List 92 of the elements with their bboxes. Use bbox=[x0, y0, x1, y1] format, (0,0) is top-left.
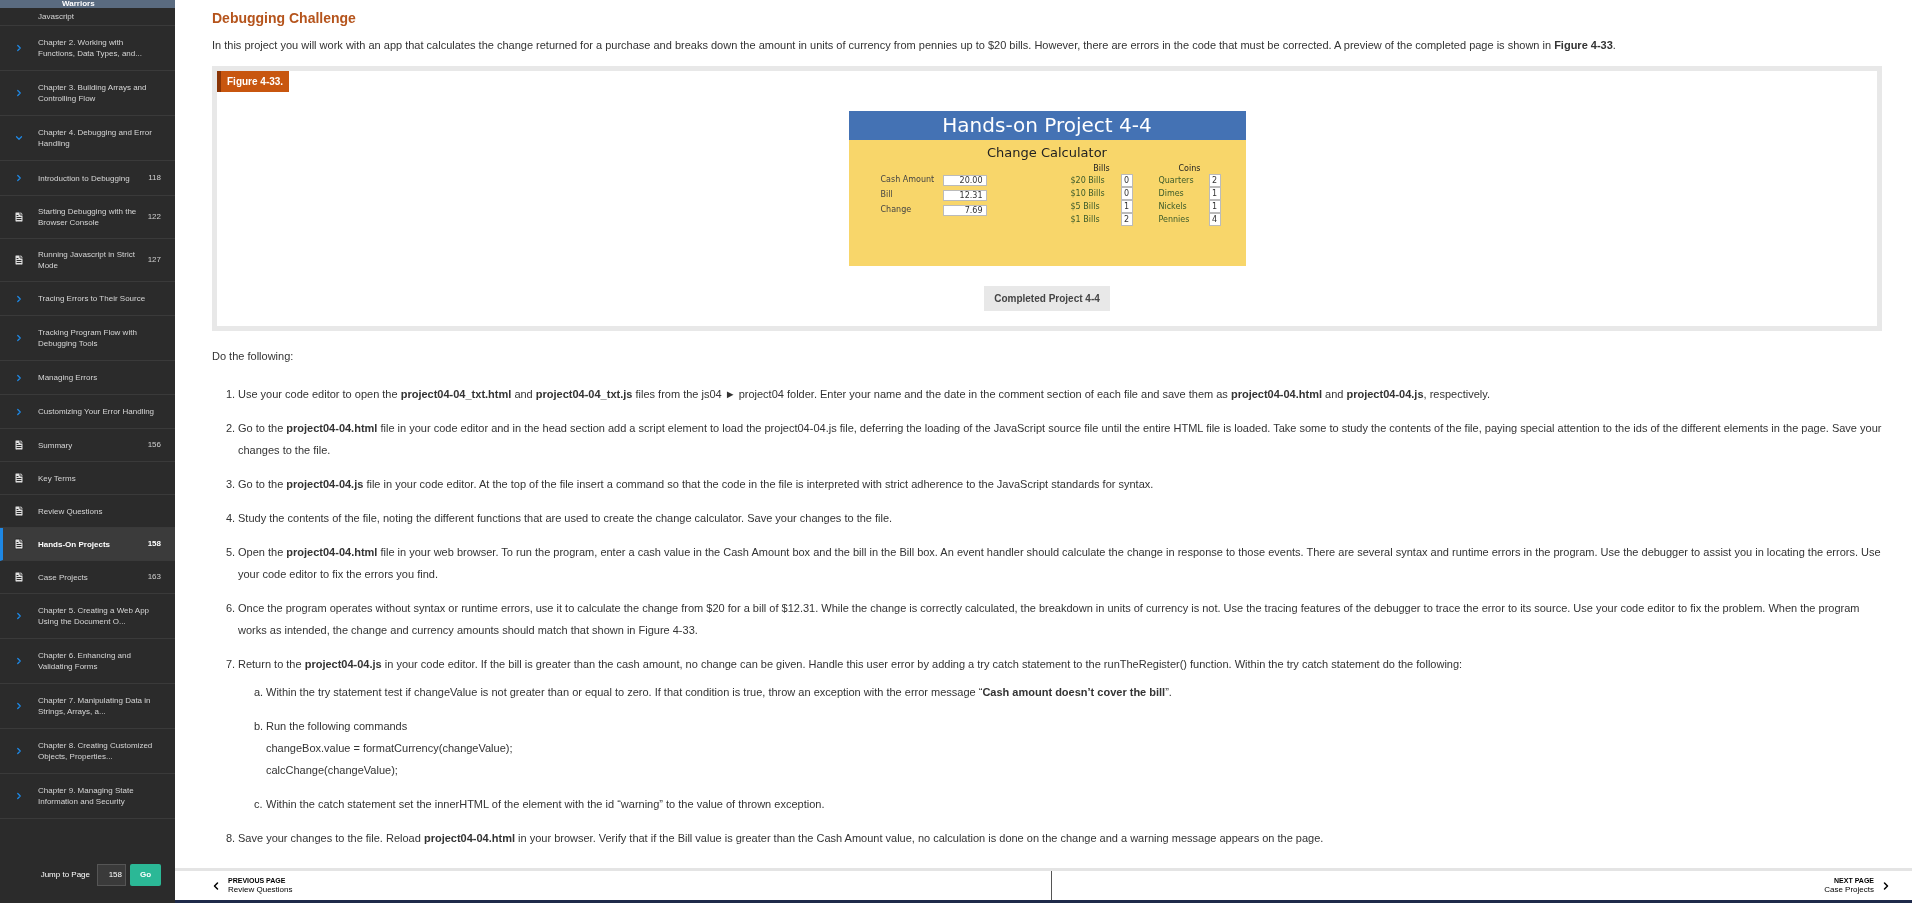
count-field[interactable]: 2 bbox=[1208, 174, 1221, 187]
group-heading: Coins bbox=[1177, 164, 1202, 174]
sidebar-item[interactable]: Managing Errors bbox=[0, 361, 175, 395]
field-label: Cash Amount bbox=[880, 174, 936, 186]
link-title: Case Projects bbox=[1824, 885, 1874, 895]
document-icon bbox=[13, 571, 25, 583]
sidebar-item[interactable]: Running Javascript in Strict Mode 127 bbox=[0, 239, 175, 282]
step-text: Save your changes to the file. Reload project04-04.html in your browser. Verify that if the Bill value is greater than the Cash Amount value, no calculation is done on the change and a warning message appears on the page. bbox=[238, 831, 1324, 846]
step-number: 2. bbox=[226, 421, 237, 436]
sidebar-item[interactable]: Case Projects 163 bbox=[0, 561, 175, 594]
intro-paragraph: In this project you will work with an app that calculates the change returned for a purchase and breaks down the amount in units of currency from pennies up to $20 bills. However, there are errors in the code that must be corrected. A preview of the completed page is shown in Figure 4-33. bbox=[212, 38, 1617, 53]
document-icon bbox=[13, 538, 25, 550]
input-field[interactable]: 7.69 bbox=[942, 204, 987, 216]
row-label: $5 Bills bbox=[1070, 200, 1100, 213]
sidebar-item[interactable]: Tracking Program Flow with Debugging Tools bbox=[0, 316, 175, 361]
row-label: $10 Bills bbox=[1070, 187, 1105, 200]
lead-text: Do the following: bbox=[212, 349, 295, 364]
substep-text: Run the following commands bbox=[266, 719, 408, 734]
jump-label: Jump to Page bbox=[40, 869, 90, 881]
substep-letter: a. bbox=[254, 685, 265, 700]
sidebar-item[interactable]: Chapter 4. Debugging and Error Handling bbox=[0, 116, 175, 161]
sidebar-item[interactable]: Chapter 2. Working with Functions, Data Types, and... bbox=[0, 26, 175, 71]
substep-text: Within the catch statement set the innerHTML of the element with the id “warning” to the value of thrown exception. bbox=[266, 797, 825, 812]
count-field[interactable]: 0 bbox=[1120, 187, 1133, 200]
chevron-right-icon bbox=[14, 293, 24, 304]
step-text: Use your code editor to open the project04-04_txt.html and project04-04_txt.js files from the js04 ► project04 folder. Enter your name and the date in the comment section of each file and save them as project04-04.html and project04-04.js, respectively. bbox=[238, 387, 1490, 402]
row-label: $20 Bills bbox=[1070, 174, 1105, 187]
code-line: changeBox.value = formatCurrency(changeValue); bbox=[265, 741, 514, 756]
sidebar-item[interactable]: Chapter 5. Creating a Web App Using the Document O... bbox=[0, 594, 175, 639]
input-field[interactable]: 12.31 bbox=[942, 189, 987, 201]
sidebar-item[interactable]: Starting Debugging with the Browser Console 122 bbox=[0, 196, 175, 239]
row-label: Dimes bbox=[1158, 187, 1184, 200]
sidebar-item[interactable]: Customizing Your Error Handling bbox=[0, 395, 175, 429]
step-number: 4. bbox=[226, 511, 237, 526]
sidebar-item[interactable]: Key Terms bbox=[0, 462, 175, 495]
link-title: Review Questions bbox=[228, 885, 293, 895]
document-icon bbox=[13, 439, 25, 451]
count-field[interactable]: 4 bbox=[1208, 213, 1221, 226]
input-field[interactable]: 20.00 bbox=[942, 174, 987, 186]
count-field[interactable]: 1 bbox=[1120, 200, 1133, 213]
app-subtitle: Change Calculator bbox=[986, 144, 1108, 162]
row-label: Quarters bbox=[1158, 174, 1194, 187]
document-icon bbox=[13, 254, 25, 266]
page-input[interactable]: 158 bbox=[97, 864, 126, 886]
sidebar-item[interactable]: Summary 156 bbox=[0, 429, 175, 462]
sidebar-item[interactable]: Chapter 9. Managing State Information and Security bbox=[0, 774, 175, 819]
banner-title: Warriors bbox=[62, 0, 95, 8]
sidebar-item[interactable]: Chapter 3. Building Arrays and Controlling Flow bbox=[0, 71, 175, 116]
count-field[interactable]: 1 bbox=[1208, 187, 1221, 200]
document-icon bbox=[13, 211, 25, 223]
sidebar-item[interactable]: Hands-On Projects 158 bbox=[0, 528, 175, 561]
sidebar-item[interactable]: Tracing Errors to Their Source bbox=[0, 282, 175, 316]
sidebar-item[interactable]: Chapter 8. Creating Customized Objects, Properties... bbox=[0, 729, 175, 774]
step-number: 6. bbox=[226, 601, 237, 616]
count-field[interactable]: 0 bbox=[1120, 174, 1133, 187]
code-line: calcChange(changeValue); bbox=[265, 763, 399, 778]
chevron-right-icon bbox=[14, 406, 24, 417]
substep-letter: b. bbox=[254, 719, 265, 734]
step-text: Go to the project04-04.html file in your code editor and in the head section add a script element to load the project04-04.js file, deferring the loading of the JavaScript source file until the entire HTML file is loaded. Take some to study the contents of the file, paying special attention to the ids of the different elements in the page. Save your changes to the file. bbox=[238, 421, 1882, 458]
field-label: Bill bbox=[880, 189, 894, 201]
field-label: Change bbox=[880, 204, 913, 216]
substep-letter: c. bbox=[254, 797, 264, 812]
step-number: 7. bbox=[226, 657, 237, 672]
chevron-right-icon bbox=[14, 372, 24, 383]
step-text: Open the project04-04.html file in your web browser. To run the program, enter a cash value in the Cash Amount box and the bill in the Bill box. An event handler should calculate the change in response to those events. There are several syntax and runtime errors in the program. Use the debugger to assist you in locating the errors. Use your code editor to fix the errors you find. bbox=[238, 545, 1882, 582]
group-heading: Bills bbox=[1092, 164, 1111, 174]
row-label: Pennies bbox=[1158, 213, 1190, 226]
sidebar-item[interactable]: Chapter 7. Manipulating Data in Strings, Arrays, a... bbox=[0, 684, 175, 729]
step-text: Once the program operates without syntax or runtime errors, use it to calculate the change from $20 for a bill of $12.31. While the change is correctly calculated, the breakdown in units of currency is not. Use the tracing features of the debugger to trace the error to its source. Use your code editor to fix the problem. When the program works as intended, the change and currency amounts should match that shown in Figure 4-33. bbox=[238, 601, 1861, 638]
step-text: Go to the project04-04.js file in your code editor. At the top of the file insert a command so that the code in the file is interpreted with strict adherence to the JavaScript standards for syntax. bbox=[238, 477, 1154, 492]
count-field[interactable]: 1 bbox=[1208, 200, 1221, 213]
substep-text: Within the try statement test if changeValue is not greater than or equal to zero. If that condition is true, throw an exception with the error message “Cash amount doesn’t cover the bill”. bbox=[266, 685, 1172, 700]
figure-caption: Completed Project 4-4 bbox=[984, 286, 1110, 311]
step-number: 8. bbox=[226, 831, 237, 846]
app-title: Hands-on Project 4-4 bbox=[848, 111, 1246, 140]
figure-label: Figure 4-33. bbox=[217, 71, 290, 92]
step-text: Return to the project04-04.js in your code editor. If the bill is greater than the cash amount, no change can be given. Handle this user error by adding a try catch statement to the runTheRegister() function. Within the try catch statement do the following: bbox=[238, 657, 1463, 672]
sidebar-item[interactable]: Introduction to Debugging 118 bbox=[0, 161, 175, 196]
step-number: 3. bbox=[226, 477, 237, 492]
step-text: Study the contents of the file, noting the different functions that are used to create the change calculator. Save your changes to the file. bbox=[238, 511, 893, 526]
document-icon bbox=[13, 505, 25, 517]
step-number: 5. bbox=[226, 545, 237, 560]
step-number: 1. bbox=[226, 387, 237, 402]
count-field[interactable]: 2 bbox=[1120, 213, 1133, 226]
chevron-right-icon bbox=[14, 173, 24, 183]
row-label: Nickels bbox=[1158, 200, 1187, 213]
sidebar-item[interactable]: Javascript bbox=[0, 8, 175, 26]
section-title: Debugging Challenge bbox=[212, 9, 357, 28]
document-icon bbox=[13, 472, 25, 484]
sidebar-item[interactable]: Chapter 6. Enhancing and Validating Forms bbox=[0, 639, 175, 684]
chevron-right-icon bbox=[14, 333, 24, 343]
row-label: $1 Bills bbox=[1070, 213, 1100, 226]
